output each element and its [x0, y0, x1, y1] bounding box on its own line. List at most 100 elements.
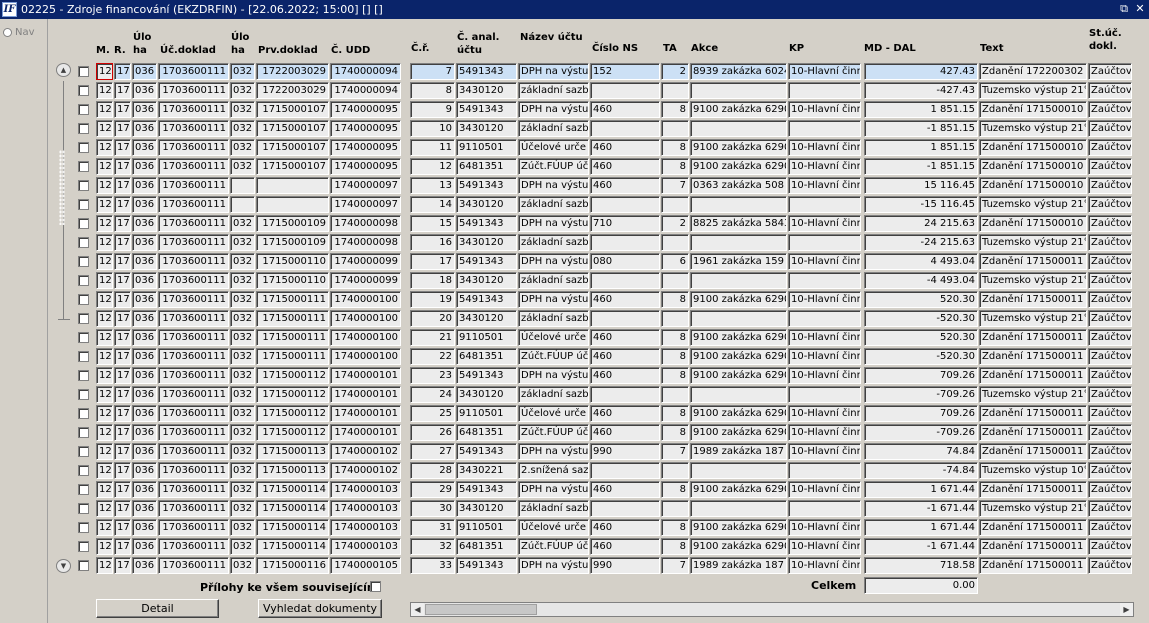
cell-udd[interactable]: 1740000103	[330, 500, 401, 517]
cell-kp[interactable]: 10-Hlavní činn	[788, 443, 861, 460]
cell-ta[interactable]	[661, 386, 689, 403]
cell-ta[interactable]: 8	[661, 481, 689, 498]
col-header-stuc[interactable]: St.úč. dokl.	[1089, 27, 1122, 53]
cell-udd[interactable]: 1740000102	[330, 443, 401, 460]
table-row[interactable]: 12 17 036 1703600111 032 1715000114 1740000103…	[0, 518, 1149, 537]
cell-u1[interactable]: 036	[132, 215, 157, 232]
cell-anal[interactable]: 3430120	[456, 500, 517, 517]
cell-md[interactable]: 1 671.44	[864, 481, 978, 498]
col-header-canal[interactable]: Č. anal. účtu	[457, 31, 499, 57]
cell-u1[interactable]: 036	[132, 405, 157, 422]
cell-prv[interactable]	[256, 196, 329, 213]
cell-prv[interactable]	[256, 177, 329, 194]
cell-kp[interactable]	[788, 500, 861, 517]
cell-m[interactable]: 12	[96, 234, 113, 251]
table-row[interactable]: 12 17 036 1703600111 032 1715000107 1740000095…	[0, 138, 1149, 157]
col-header-uloha[interactable]: Úlo ha	[133, 31, 151, 57]
cell-md[interactable]: 4 493.04	[864, 253, 978, 270]
cell-txt[interactable]: Zdanění 171500010	[979, 101, 1087, 118]
col-header-prvdoklad[interactable]: Prv.doklad	[258, 44, 318, 57]
cell-u2[interactable]: 032	[230, 234, 255, 251]
col-header-kp[interactable]: KP	[789, 42, 804, 55]
table-row[interactable]: 12 17 036 1703600111 032 1715000114 1740000103…	[0, 537, 1149, 556]
cell-st[interactable]: Zaúčtov	[1088, 424, 1132, 441]
cell-md[interactable]: -709.26	[864, 386, 978, 403]
cell-r[interactable]: 17	[114, 329, 131, 346]
cell-u1[interactable]: 036	[132, 272, 157, 289]
cell-ns[interactable]: 460	[590, 367, 660, 384]
cell-kp[interactable]	[788, 196, 861, 213]
cell-anal[interactable]: 5491343	[456, 443, 517, 460]
cell-txt[interactable]: Zdanění 171500011	[979, 367, 1087, 384]
table-row[interactable]: 12 17 036 1703600111 032 1715000113 1740000102…	[0, 442, 1149, 461]
cell-prv[interactable]: 1715000114	[256, 481, 329, 498]
cell-kp[interactable]: 10-Hlavní činn	[788, 253, 861, 270]
cell-udd[interactable]: 1740000103	[330, 538, 401, 555]
cell-m[interactable]: 12	[96, 538, 113, 555]
cell-u2[interactable]: 032	[230, 367, 255, 384]
cell-u2[interactable]: 032	[230, 405, 255, 422]
cell-cr[interactable]: 32	[410, 538, 455, 555]
cell-anal[interactable]: 5491343	[456, 291, 517, 308]
cell-udd[interactable]: 1740000094	[330, 63, 401, 80]
cell-udd[interactable]: 1740000103	[330, 519, 401, 536]
cell-m[interactable]: 12	[96, 63, 113, 80]
cell-anal[interactable]: 5491343	[456, 557, 517, 574]
table-row[interactable]: 12 17 036 1703600111 032 1715000112 1740000101…	[0, 423, 1149, 442]
col-header-nazev[interactable]: Název účtu	[520, 31, 583, 44]
cell-ucd[interactable]: 1703600111	[158, 538, 229, 555]
cell-naz[interactable]: základní sazb	[518, 82, 589, 99]
table-row[interactable]: 12 17 036 1703600111 032 1715000107 1740000095…	[0, 157, 1149, 176]
cell-naz[interactable]: 2.snížená saz	[518, 462, 589, 479]
row-checkbox[interactable]	[78, 104, 89, 115]
cell-md[interactable]: -1 671.44	[864, 538, 978, 555]
cell-ta[interactable]: 2	[661, 63, 689, 80]
row-checkbox[interactable]	[78, 85, 89, 96]
cell-ns[interactable]	[590, 386, 660, 403]
cell-ta[interactable]: 8	[661, 329, 689, 346]
cell-ns[interactable]: 460	[590, 348, 660, 365]
cell-ta[interactable]: 7	[661, 443, 689, 460]
cell-prv[interactable]: 1715000111	[256, 291, 329, 308]
cell-u2[interactable]: 032	[230, 215, 255, 232]
cell-udd[interactable]: 1740000095	[330, 139, 401, 156]
cell-ucd[interactable]: 1703600111	[158, 120, 229, 137]
cell-ns[interactable]: 460	[590, 329, 660, 346]
cell-u2[interactable]: 032	[230, 291, 255, 308]
restore-icon[interactable]: ⧉	[1117, 2, 1131, 16]
cell-prv[interactable]: 1715000112	[256, 405, 329, 422]
cell-kp[interactable]: 10-Hlavní činn	[788, 348, 861, 365]
cell-anal[interactable]: 3430120	[456, 234, 517, 251]
cell-r[interactable]: 17	[114, 367, 131, 384]
cell-ns[interactable]: 710	[590, 215, 660, 232]
table-row[interactable]: 12 17 036 1703600111 032 1715000110 1740000099…	[0, 252, 1149, 271]
cell-kp[interactable]: 10-Hlavní činn	[788, 158, 861, 175]
cell-r[interactable]: 17	[114, 215, 131, 232]
scroll-right-icon[interactable]: ▶	[1120, 603, 1133, 616]
cell-r[interactable]: 17	[114, 310, 131, 327]
cell-m[interactable]: 12	[96, 101, 113, 118]
cell-txt[interactable]: Zdanění 172200302	[979, 63, 1087, 80]
cell-kp[interactable]: 10-Hlavní činn	[788, 538, 861, 555]
cell-md[interactable]: -1 851.15	[864, 158, 978, 175]
cell-naz[interactable]: Zúčt.FÚUP úč	[518, 424, 589, 441]
cell-kp[interactable]: 10-Hlavní činn	[788, 291, 861, 308]
cell-udd[interactable]: 1740000101	[330, 405, 401, 422]
cell-m[interactable]: 12	[96, 82, 113, 99]
cell-ns[interactable]	[590, 272, 660, 289]
cell-st[interactable]: Zaúčtov	[1088, 500, 1132, 517]
cell-st[interactable]: Zaúčtov	[1088, 329, 1132, 346]
cell-u1[interactable]: 036	[132, 63, 157, 80]
cell-txt[interactable]: Zdanění 171500010	[979, 177, 1087, 194]
cell-akce[interactable]	[690, 386, 787, 403]
cell-txt[interactable]: Tuzemsko výstup 10°	[979, 462, 1087, 479]
row-checkbox[interactable]	[78, 123, 89, 134]
cell-naz[interactable]: DPH na výstu	[518, 481, 589, 498]
cell-st[interactable]: Zaúčtov	[1088, 405, 1132, 422]
cell-akce[interactable]	[690, 310, 787, 327]
cell-md[interactable]: 74.84	[864, 443, 978, 460]
cell-udd[interactable]: 1740000095	[330, 158, 401, 175]
cell-r[interactable]: 17	[114, 63, 131, 80]
cell-kp[interactable]: 10-Hlavní činn	[788, 63, 861, 80]
cell-prv[interactable]: 1715000111	[256, 310, 329, 327]
